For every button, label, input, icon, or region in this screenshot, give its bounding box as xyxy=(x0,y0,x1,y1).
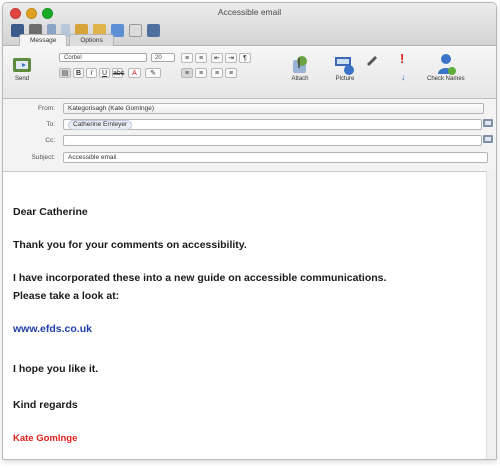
body-line-3: I hope you like it. xyxy=(13,363,99,375)
ribbon-tabs: Message Options xyxy=(19,34,114,46)
attach-label: Attach xyxy=(291,76,309,82)
picture-button[interactable]: Picture xyxy=(333,54,357,82)
numbering-button[interactable]: ≡ xyxy=(195,53,207,63)
tab-message[interactable]: Message xyxy=(19,34,68,46)
calendar-icon[interactable] xyxy=(147,24,160,37)
check-names-label: Check Names xyxy=(427,76,465,82)
subject-field[interactable]: Accessible email xyxy=(63,152,488,163)
from-label: From: xyxy=(38,105,55,112)
website-link[interactable]: www.efds.co.uk xyxy=(13,323,92,335)
message-header: From: Kategorisagh (Kate Gomlnge) To: Ca… xyxy=(3,99,496,172)
exclamation-icon: ! xyxy=(400,51,405,66)
bullets-button[interactable]: ≡ xyxy=(181,53,193,63)
vertical-scrollbar[interactable] xyxy=(486,171,496,459)
decrease-indent-button[interactable]: ⇤ xyxy=(211,53,223,63)
greeting-text: Dear Catherine xyxy=(13,206,88,218)
increase-indent-button[interactable]: ⇥ xyxy=(225,53,237,63)
style-button[interactable]: ¶ xyxy=(239,53,251,63)
bold-button[interactable]: B xyxy=(73,68,84,78)
align-right-button[interactable]: ≡ xyxy=(211,68,223,78)
align-left-button[interactable]: ≡ xyxy=(181,68,193,78)
italic-button[interactable]: I xyxy=(86,68,97,78)
ribbon: Send Corbel 20 ≡ ≡ ⇤ ⇥ ¶ ▤ B I U abc A ✎… xyxy=(3,46,496,99)
send-button[interactable]: Send xyxy=(11,54,33,82)
send-label: Send xyxy=(14,76,29,82)
styles-button[interactable]: ▤ xyxy=(59,68,71,78)
body-line-2b: Please take a look at: xyxy=(13,290,120,302)
picture-label: Picture xyxy=(335,76,355,82)
document-icon[interactable] xyxy=(129,24,142,37)
send-icon xyxy=(13,58,31,72)
subject-row: Subject: Accessible email xyxy=(3,152,496,164)
cc-field[interactable] xyxy=(63,135,482,146)
address-book-icon[interactable] xyxy=(483,119,493,127)
address-book-icon[interactable] xyxy=(483,135,493,143)
recipient-token[interactable]: Catherine Ernleyer xyxy=(68,120,133,130)
body-line-1: Thank you for your comments on accessibi… xyxy=(13,239,247,251)
check-names-button[interactable]: Check Names xyxy=(427,52,465,82)
paperclip-icon xyxy=(293,56,307,73)
strikethrough-button[interactable]: abc xyxy=(112,68,124,78)
font-color-button[interactable]: A xyxy=(128,68,141,78)
email-window: Accessible email Message Options Send Co… xyxy=(2,2,497,460)
tab-options[interactable]: Options xyxy=(69,34,114,46)
window-title: Accessible email xyxy=(217,7,282,17)
justify-button[interactable]: ≡ xyxy=(225,68,237,78)
to-label: To: xyxy=(46,121,55,128)
underline-button[interactable]: U xyxy=(99,68,110,78)
signature-button[interactable] xyxy=(365,52,379,66)
align-center-button[interactable]: ≡ xyxy=(195,68,207,78)
high-importance-button[interactable]: ! xyxy=(400,52,404,66)
cc-row: Cc: xyxy=(3,135,496,147)
pen-icon xyxy=(367,56,377,66)
highlight-button[interactable]: ✎ xyxy=(145,68,161,78)
font-name-select[interactable]: Corbel xyxy=(59,53,147,62)
closing-text: Kind regards xyxy=(13,399,78,411)
person-icon xyxy=(437,54,456,75)
down-arrow-icon: ↓ xyxy=(401,72,406,82)
font-size-select[interactable]: 20 xyxy=(151,53,175,62)
subject-label: Subject: xyxy=(31,154,56,161)
to-row: To: Catherine Ernleyer xyxy=(3,119,496,131)
from-row: From: Kategorisagh (Kate Gomlnge) xyxy=(3,103,496,115)
low-importance-button[interactable]: ↓ xyxy=(401,72,406,82)
from-select[interactable]: Kategorisagh (Kate Gomlnge) xyxy=(63,103,484,114)
attach-button[interactable]: Attach xyxy=(289,54,311,82)
to-field[interactable]: Catherine Ernleyer xyxy=(63,119,482,130)
cc-label: Cc: xyxy=(45,137,55,144)
signature-text: Kate Gomlnge xyxy=(13,433,78,444)
body-line-2a: I have incorporated these into a new gui… xyxy=(13,272,387,284)
picture-icon xyxy=(335,57,354,75)
title-bar: Accessible email Message Options xyxy=(3,3,496,46)
